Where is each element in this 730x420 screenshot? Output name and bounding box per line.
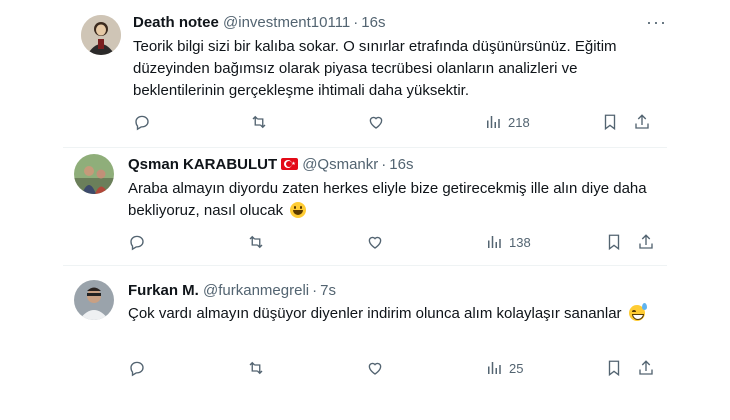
bookmark-icon [608,234,620,251]
retweet-button[interactable] [247,359,265,377]
author-name[interactable]: Death notee [133,14,219,31]
grinning-face-with-sweat-emoji [628,303,647,321]
reply-button[interactable] [128,233,146,251]
heart-icon [369,116,383,129]
bookmark-icon [608,360,620,377]
tweet-2[interactable]: Qsman KARABULUT ★ @Qsmankr · 16s Araba almay… [0,148,730,265]
avatar-image [81,15,121,55]
bookmark-button[interactable] [605,359,623,377]
author-handle[interactable]: @investment10111 [223,14,350,31]
tweet-text: Araba almayın diyordu zaten herkes eliyl… [128,178,658,222]
bookmark-button[interactable] [605,233,623,251]
author-handle[interactable]: @Qsmankr [302,156,378,173]
views-count: 138 [509,234,531,250]
reply-icon [135,115,149,131]
tweet-text-content: Araba almayın diyordu zaten herkes eliyl… [128,180,647,219]
share-button[interactable] [637,233,655,251]
share-button[interactable] [633,113,651,131]
views-icon [488,236,501,248]
reply-icon [130,361,144,377]
like-button[interactable] [366,359,384,377]
grinning-face-emoji [290,202,307,218]
separator-dot: · [381,156,387,173]
avatar-image [74,280,114,320]
reply-button[interactable] [128,359,146,377]
like-button[interactable] [366,233,384,251]
views-icon [488,362,501,374]
avatar-image [74,154,114,194]
retweet-button[interactable] [250,113,268,131]
tweet-text: Çok vardı almayın düşüyor diyenler indir… [128,303,658,325]
share-icon [639,234,653,249]
bookmark-icon [604,114,616,131]
retweet-icon [249,361,263,375]
like-button[interactable] [367,113,385,131]
more-options-icon[interactable]: ··· [646,12,667,32]
action-bar: 218 [133,113,663,135]
separator-dot: · [353,14,359,31]
avatar[interactable] [74,154,114,194]
separator-dot: · [312,282,318,299]
avatar[interactable] [74,280,114,320]
reply-icon [130,235,144,251]
bookmark-button[interactable] [601,113,619,131]
timestamp[interactable]: 16s [389,156,413,173]
tweet-1[interactable]: Death notee @investment10111 · 16s ··· Teo… [0,0,730,150]
share-icon [639,360,653,375]
author-name[interactable]: Furkan M. [128,282,199,299]
author-handle[interactable]: @furkanmegreli [203,282,309,299]
share-button[interactable] [637,359,655,377]
retweet-button[interactable] [247,233,265,251]
retweet-icon [249,235,263,249]
views-button[interactable]: 218 [484,113,530,131]
views-button[interactable]: 25 [485,359,523,377]
retweet-icon [252,115,266,129]
views-count: 218 [508,114,530,130]
tweet-text-content: Çok vardı almayın düşüyor diyenler indir… [128,305,622,322]
avatar[interactable] [81,15,121,55]
reply-button[interactable] [133,113,151,131]
tweet-3[interactable]: Furkan M. @furkanmegreli · 7s Çok vardı al… [0,266,730,420]
views-icon [487,116,500,128]
action-bar: 138 [128,233,658,255]
timestamp[interactable]: 16s [361,14,385,31]
action-bar: 25 [128,359,658,381]
author-name[interactable]: Qsman KARABULUT [128,156,277,173]
views-count: 25 [509,360,524,376]
tweet-text: Teorik bilgi sizi bir kalıba sokar. O sı… [133,38,617,99]
share-icon [635,114,649,129]
turkey-flag-icon: ★ [281,158,299,170]
heart-icon [368,236,382,249]
views-button[interactable]: 138 [485,233,531,251]
timestamp[interactable]: 7s [320,282,336,299]
heart-icon [368,362,382,375]
sweat-drop-icon [641,303,647,310]
